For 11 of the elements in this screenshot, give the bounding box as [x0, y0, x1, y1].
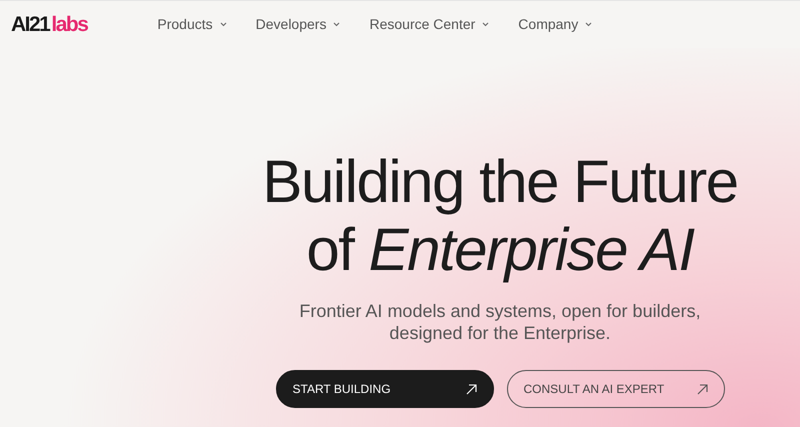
nav-link[interactable]: Developers	[256, 14, 340, 35]
nav-link[interactable]: Products	[157, 14, 227, 35]
arrow-up-right-icon	[466, 384, 476, 394]
logo[interactable]: AI21labs	[11, 14, 88, 35]
nav-link[interactable]: Company	[518, 14, 592, 35]
consult-button[interactable]: CONSULT AN AI EXPERT	[506, 370, 724, 408]
start-button[interactable]: START BUILDING	[276, 370, 494, 408]
nav-link[interactable]: Resource Center	[369, 14, 490, 35]
arrow-up-right-icon	[696, 384, 708, 394]
hero-headline: Building the Future of Enterprise AI	[262, 148, 738, 284]
hero-subtitle: Frontier AI models and systems, open for builders, designed for the Enterprise.	[299, 300, 701, 344]
